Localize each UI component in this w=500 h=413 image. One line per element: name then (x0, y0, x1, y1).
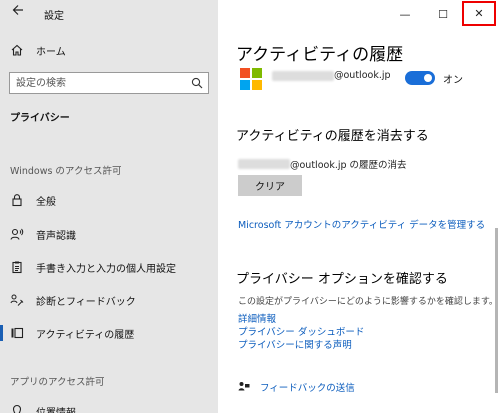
account-email-suffix: @outlook.jp (334, 70, 391, 81)
activity-toggle[interactable] (405, 71, 435, 85)
home-icon (11, 44, 23, 56)
feedback-link[interactable]: フィードバックの送信 (238, 380, 355, 394)
diagnostics-icon (10, 294, 24, 306)
sidebar-item-home[interactable]: ホーム (10, 40, 210, 60)
toggle-state-label: オン (443, 75, 463, 86)
privacy-statement-link[interactable]: プライバシーに関する声明 (238, 337, 352, 351)
app-title: 設定 (44, 11, 64, 22)
redacted-username (272, 70, 334, 81)
activity-history-icon (11, 327, 24, 339)
redacted-username (238, 159, 290, 169)
lock-icon (12, 194, 22, 207)
scrollbar[interactable] (495, 228, 498, 393)
page-title: アクティビティの履歴 (236, 45, 404, 65)
clear-button[interactable]: クリア (238, 175, 302, 196)
account-email: @outlook.jp (272, 70, 391, 81)
sidebar-item-label: 手書き入力と入力の個人用設定 (36, 263, 176, 275)
sidebar-item-diagnostics[interactable]: 診断とフィードバック (0, 289, 218, 311)
privacy-options-heading: プライバシー オプションを確認する (236, 272, 448, 287)
microsoft-logo-icon (240, 68, 262, 90)
section-title: プライバシー (10, 113, 70, 124)
manage-activity-data-link[interactable]: Microsoft アカウントのアクティビティ データを管理する (238, 217, 485, 231)
back-arrow-icon (12, 5, 23, 15)
sidebar-item-speech[interactable]: 音声認識 (0, 223, 218, 245)
clear-history-description: @outlook.jp の履歴の消去 (238, 157, 407, 171)
group-title-apps: アプリのアクセス許可 (10, 377, 105, 388)
feedback-label: フィードバックの送信 (260, 383, 355, 394)
settings-sidebar: 設定 ホーム プライバシー Windows のアクセス許可 全般 音声認識 手書… (0, 0, 218, 413)
titlebar-left: 設定 (0, 0, 218, 28)
clear-history-description-text: @outlook.jp の履歴の消去 (290, 160, 407, 171)
search-input[interactable] (10, 73, 180, 93)
speech-icon (10, 228, 24, 240)
clear-history-heading: アクティビティの履歴を消去する (236, 129, 429, 144)
feedback-icon (238, 382, 250, 391)
toggle-knob (424, 74, 432, 82)
account-row: @outlook.jp オン (240, 67, 490, 93)
sidebar-item-general[interactable]: 全般 (0, 189, 218, 211)
sidebar-item-label: アクティビティの履歴 (36, 329, 135, 341)
sidebar-item-activity-history[interactable]: アクティビティの履歴 (0, 322, 218, 344)
sidebar-item-label: 位置情報 (36, 407, 76, 413)
privacy-description: この設定がプライバシーにどのように影響するかを確認します。 (238, 297, 498, 307)
learn-more-link[interactable]: 詳細情報 (238, 311, 276, 325)
sidebar-item-location[interactable]: 位置情報 (0, 400, 218, 413)
sidebar-item-label: 全般 (36, 196, 56, 208)
search-box[interactable] (9, 72, 209, 94)
privacy-dashboard-link[interactable]: プライバシー ダッシュボード (238, 324, 364, 338)
clipboard-icon (12, 261, 22, 274)
back-button[interactable] (8, 4, 28, 22)
sidebar-item-label: 音声認識 (36, 230, 76, 242)
group-title-windows: Windows のアクセス許可 (10, 166, 122, 177)
main-content: アクティビティの履歴 @outlook.jp オン アクティビティの履歴を消去す… (218, 0, 500, 413)
sidebar-item-inking-typing[interactable]: 手書き入力と入力の個人用設定 (0, 256, 218, 278)
search-icon[interactable] (191, 77, 203, 89)
location-icon (12, 404, 22, 413)
sidebar-item-label: 診断とフィードバック (36, 296, 136, 308)
sidebar-item-label: ホーム (36, 46, 66, 58)
